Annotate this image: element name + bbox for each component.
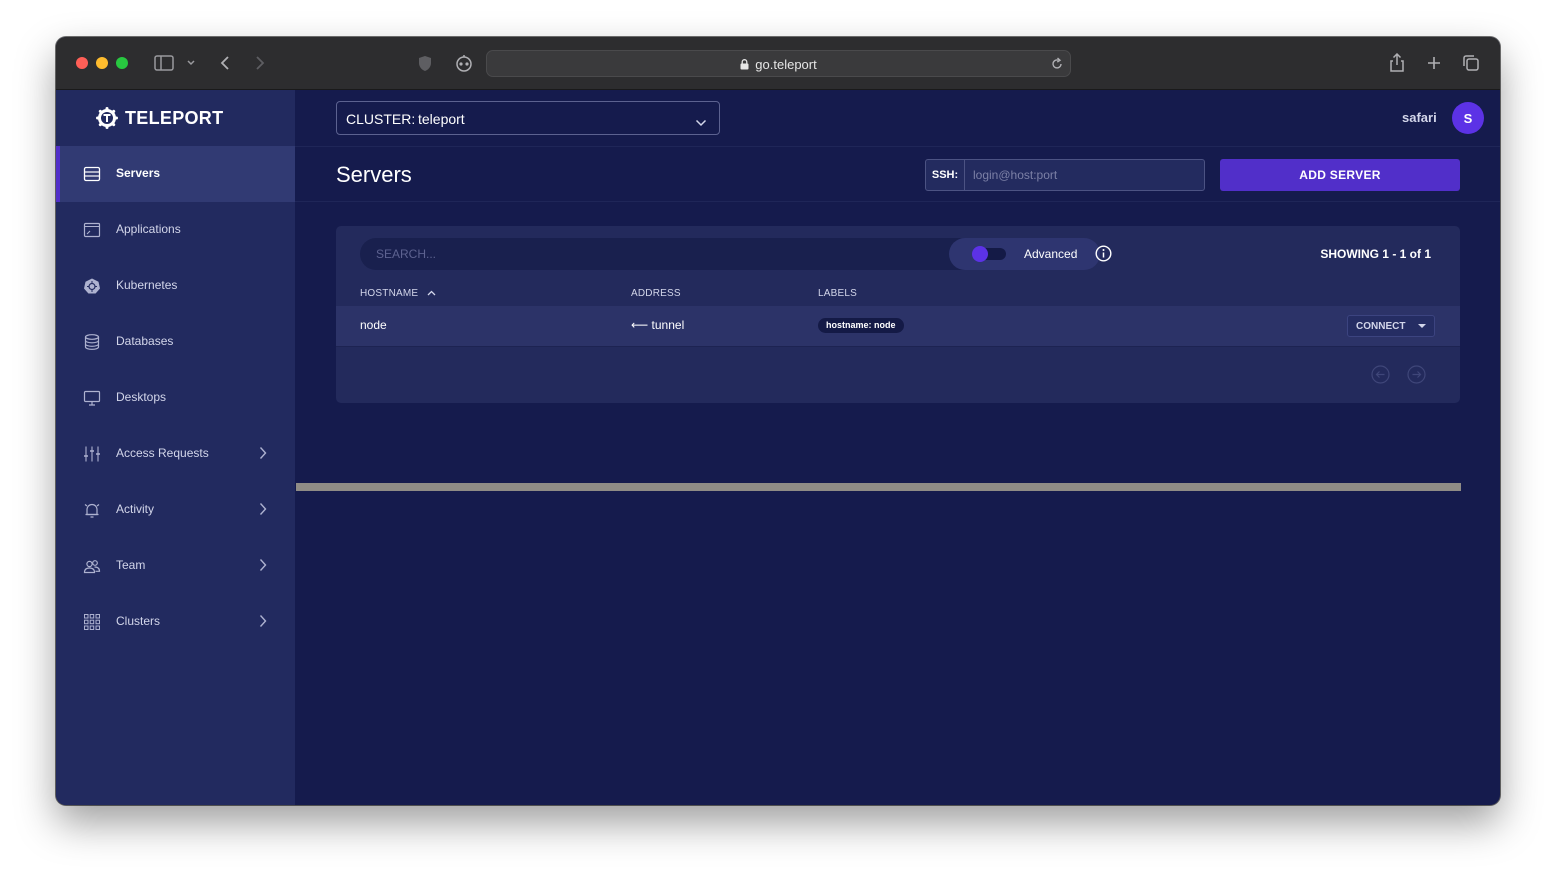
grid-icon [83,613,101,631]
sidebar-item-activity[interactable]: Activity [56,482,295,538]
database-icon [83,333,101,351]
teleport-logo-icon [96,107,118,129]
table-header: HOSTNAME ADDRESS LABELS [336,282,1460,306]
servers-table-card: Advanced SHOWING 1 - 1 of 1 HOSTNAME ADD… [336,226,1460,403]
sidebar-item-servers[interactable]: Servers [56,146,295,202]
browser-window: go.teleport TELEPORT Servers Application… [56,37,1500,805]
page-header: Servers SSH: ADD SERVER [295,146,1500,202]
connect-button[interactable]: CONNECT [1347,315,1435,337]
advanced-label: Advanced [1024,247,1078,261]
tab-overview-icon[interactable] [1461,51,1481,75]
chevron-right-icon [259,446,267,463]
sidebar-item-label: Servers [116,166,161,180]
url-text: go.teleport [755,57,817,72]
avatar[interactable]: S [1452,102,1484,134]
sort-ascending-icon [427,288,436,299]
cluster-label: CLUSTER: [346,111,416,127]
share-icon[interactable] [1387,51,1407,75]
sidebar-item-databases[interactable]: Databases [56,314,295,370]
sidebar-item-clusters[interactable]: Clusters [56,594,295,650]
application-icon [83,221,101,239]
column-header-hostname[interactable]: HOSTNAME [360,288,436,299]
column-header-address[interactable]: ADDRESS [631,288,681,299]
sidebar: TELEPORT Servers Applications Kubernetes [56,90,295,805]
kubernetes-icon [83,277,101,295]
label-pill[interactable]: hostname: node [818,318,904,333]
chevron-right-icon [259,614,267,631]
address-cell: ⟵ tunnel [631,318,685,332]
teleport-logo[interactable]: TELEPORT [96,106,223,130]
sidebar-item-label: Desktops [116,390,167,404]
sidebar-item-label: Activity [116,502,155,516]
column-header-labels[interactable]: LABELS [818,288,857,299]
hostname-cell: node [360,318,387,332]
sidebar-item-label: Databases [116,334,174,348]
sidebar-item-label: Team [116,558,146,572]
back-icon[interactable] [216,51,234,75]
sidebar-item-access-requests[interactable]: Access Requests [56,426,295,482]
minimize-window-button[interactable] [96,57,108,69]
sidebar-toggle-icon[interactable] [152,51,176,75]
sidebar-item-desktops[interactable]: Desktops [56,370,295,426]
top-bar: CLUSTER: teleport safari S [295,90,1500,146]
search-input[interactable] [376,238,916,270]
chevron-down-icon[interactable] [184,51,198,75]
advanced-search-toggle[interactable]: Advanced [949,238,1100,270]
browser-toolbar: go.teleport [56,37,1500,90]
sidebar-item-team[interactable]: Team [56,538,295,594]
extension-icon[interactable] [453,51,475,75]
previous-page-icon[interactable] [1371,365,1390,384]
ssh-label: SSH: [926,160,965,190]
horizontal-scrollbar[interactable] [296,483,1461,491]
sliders-icon [83,445,101,463]
sidebar-item-label: Applications [116,222,181,236]
server-icon [83,165,101,183]
info-icon[interactable] [1095,245,1112,267]
chevron-right-icon [259,558,267,575]
user-name[interactable]: safari [1402,110,1437,125]
team-icon [83,557,101,575]
page-title: Servers [336,162,412,187]
add-server-button[interactable]: ADD SERVER [1220,159,1460,191]
bell-icon [83,501,101,519]
forward-icon[interactable] [251,51,269,75]
sidebar-item-label: Access Requests [116,446,209,460]
reload-icon[interactable] [1051,57,1063,75]
ssh-login-field: SSH: [925,159,1205,191]
caret-down-icon [1418,324,1426,328]
ssh-input[interactable] [966,160,1204,190]
brand-name: TELEPORT [125,107,224,128]
zoom-window-button[interactable] [116,57,128,69]
close-window-button[interactable] [76,57,88,69]
sidebar-item-label: Kubernetes [116,278,178,292]
chevron-right-icon [259,502,267,519]
next-page-icon[interactable] [1407,365,1426,384]
chevron-down-icon [695,114,707,130]
lock-icon [740,58,749,73]
cluster-selector[interactable]: CLUSTER: teleport [336,101,720,135]
desktop-icon [83,389,101,407]
sidebar-item-applications[interactable]: Applications [56,202,295,258]
toggle-switch[interactable] [972,246,1006,262]
sidebar-item-kubernetes[interactable]: Kubernetes [56,258,295,314]
address-bar[interactable]: go.teleport [486,50,1071,77]
pagination-summary: SHOWING 1 - 1 of 1 [1320,247,1431,261]
search-bar: Advanced [360,238,1100,270]
cluster-value: teleport [418,111,465,127]
table-row: node ⟵ tunnel hostname: node CONNECT [336,306,1460,347]
privacy-shield-icon[interactable] [416,51,434,75]
sidebar-item-label: Clusters [116,614,161,628]
new-tab-icon[interactable] [1424,51,1444,75]
